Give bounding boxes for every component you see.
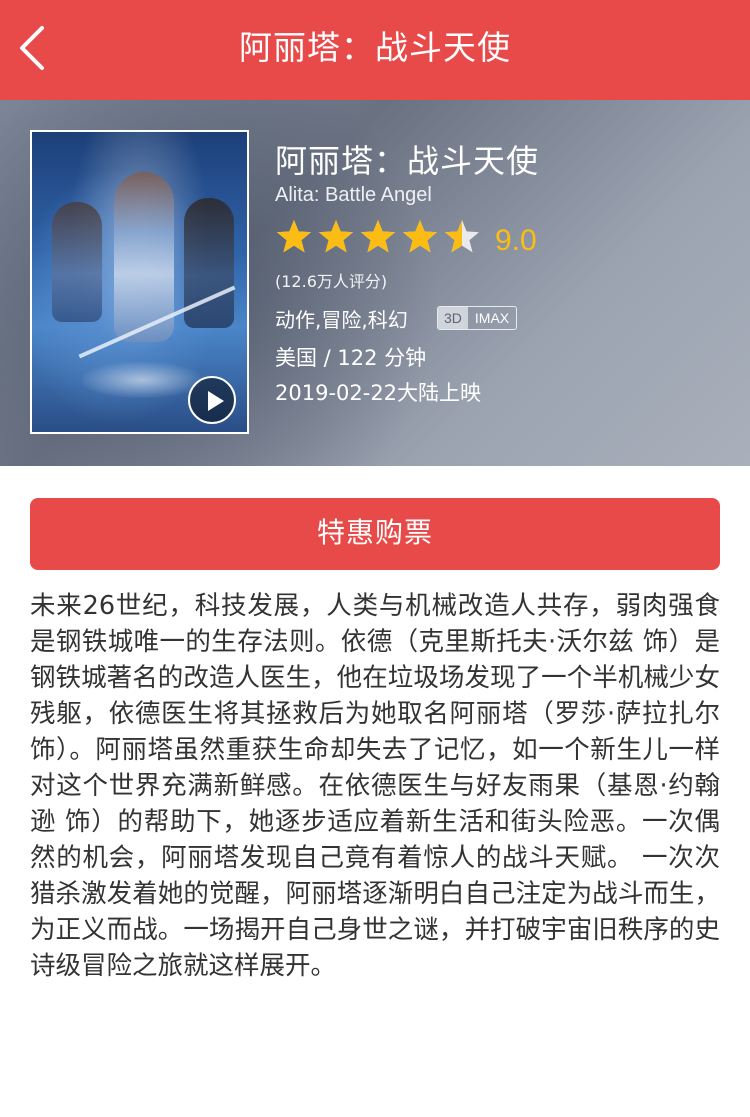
- top-bar: 阿丽塔：战斗天使: [0, 0, 750, 100]
- rating-stars: [275, 218, 485, 258]
- star-icon: [403, 220, 437, 253]
- star-icon: [277, 220, 311, 253]
- movie-title-cn: 阿丽塔：战斗天使: [275, 142, 540, 180]
- buy-ticket-button[interactable]: 特惠购票: [30, 498, 720, 570]
- play-icon[interactable]: [188, 376, 236, 424]
- country-duration: 美国 / 122 分钟: [275, 346, 427, 370]
- movie-poster[interactable]: [30, 130, 249, 434]
- badge-imax: IMAX: [474, 310, 510, 326]
- rating-score: 9.0: [495, 224, 537, 257]
- release-date: 2019-02-22大陆上映: [275, 381, 482, 405]
- format-badge: 3D IMAX: [437, 306, 518, 330]
- star-icon: [361, 220, 395, 253]
- star-icon: [445, 220, 479, 253]
- badge-3d: 3D: [438, 307, 468, 329]
- movie-genre: 动作,冒险,科幻: [275, 308, 408, 332]
- movie-info: 阿丽塔：战斗天使 Alita: Battle Angel 9.0 (12.6万人…: [275, 100, 735, 466]
- rating-count: (12.6万人评分): [275, 272, 388, 291]
- movie-title-en: Alita: Battle Angel: [275, 184, 432, 206]
- star-icon: [319, 220, 353, 253]
- movie-header: 阿丽塔：战斗天使 Alita: Battle Angel 9.0 (12.6万人…: [0, 100, 750, 466]
- page-title: 阿丽塔：战斗天使: [239, 28, 511, 67]
- movie-synopsis: 未来26世纪，科技发展，人类与机械改造人共存，弱肉强食是钢铁城唯一的生存法则。依…: [30, 591, 720, 981]
